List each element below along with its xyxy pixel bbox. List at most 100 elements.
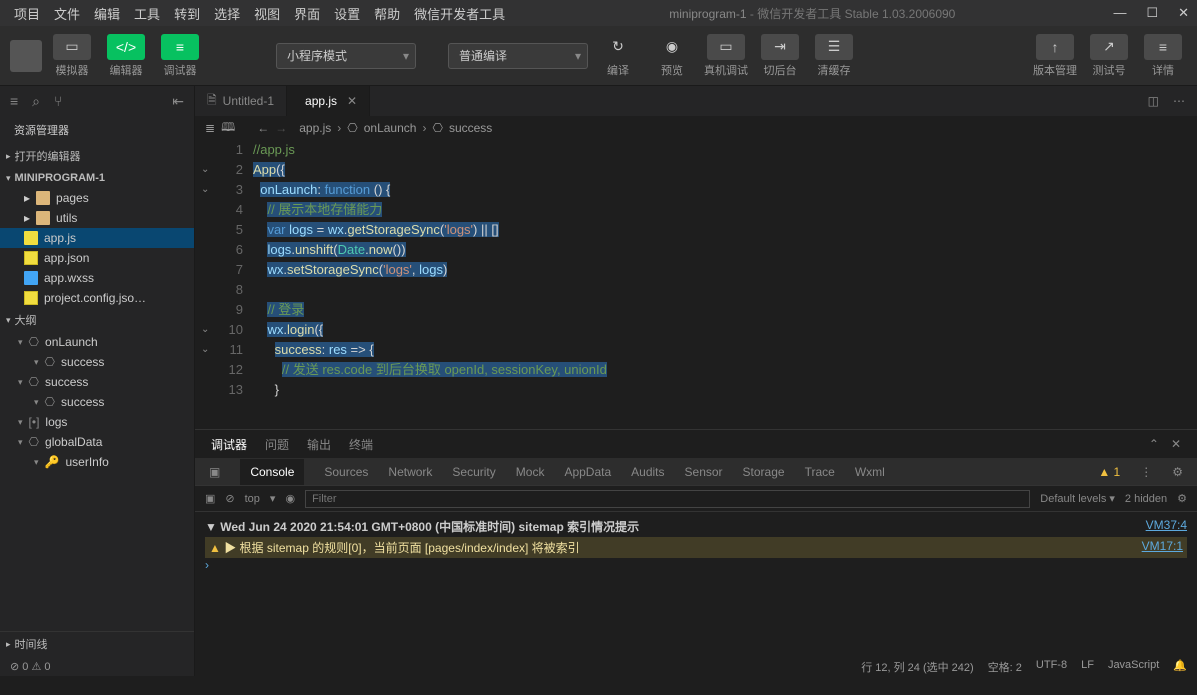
tab-close-icon[interactable]: ✕ <box>347 94 357 108</box>
compile-mode-select[interactable]: 普通编译 <box>448 43 588 69</box>
devtools-more-icon[interactable]: ⋮ <box>1140 465 1152 479</box>
clear-console-icon[interactable]: ⊘ <box>225 492 234 505</box>
warning-badge[interactable]: ▲ 1 <box>1098 465 1120 479</box>
source-link[interactable]: VM17:1 <box>1142 539 1183 556</box>
menu-icon[interactable]: ≡ <box>10 93 18 109</box>
panel-tab-output[interactable]: 输出 <box>307 436 331 453</box>
background-button[interactable]: ⇥切后台 <box>756 34 804 78</box>
encoding-status[interactable]: UTF-8 <box>1036 659 1067 675</box>
devtab-mock[interactable]: Mock <box>516 465 545 479</box>
testnum-button[interactable]: ↗测试号 <box>1085 34 1133 78</box>
file-pages[interactable]: ▸ pages <box>0 188 194 208</box>
hidden-count[interactable]: 2 hidden <box>1125 493 1167 505</box>
outline-success[interactable]: ▾ ⎔ success <box>0 392 194 412</box>
panel-tab-problems[interactable]: 问题 <box>265 436 289 453</box>
outline-section[interactable]: ▾大纲 <box>0 308 194 332</box>
search-icon[interactable]: ⌕ <box>32 93 40 110</box>
branch-icon[interactable]: ⑂ <box>54 93 62 109</box>
devtools-gear-icon[interactable]: ⚙ <box>1172 465 1183 479</box>
menu-工具[interactable]: 工具 <box>128 2 166 25</box>
language-status[interactable]: JavaScript <box>1108 659 1159 675</box>
devtab-sources[interactable]: Sources <box>324 465 368 479</box>
tab-app.js[interactable]: app.js✕ <box>287 86 370 116</box>
devtab-storage[interactable]: Storage <box>743 465 785 479</box>
cursor-position[interactable]: 行 12, 列 24 (选中 242) <box>861 659 974 675</box>
menu-项目[interactable]: 项目 <box>8 2 46 25</box>
file-app.wxss[interactable]: app.wxss <box>0 268 194 288</box>
more-icon[interactable]: ⋯ <box>1173 94 1185 108</box>
debugger-button[interactable]: ≡调试器 <box>156 34 204 78</box>
menu-设置[interactable]: 设置 <box>328 2 366 25</box>
split-icon[interactable]: ◫ <box>1148 94 1159 108</box>
code-editor[interactable]: 1⌄2⌄3456789⌄10⌄111213 //app.jsApp({ onLa… <box>195 140 1197 429</box>
remote-debug-button[interactable]: ▭真机调试 <box>702 34 750 78</box>
errors-status[interactable]: ⊘ 0 ⚠ 0 <box>10 660 50 673</box>
forward-icon[interactable]: → <box>275 121 287 135</box>
outline-userInfo[interactable]: ▾ 🔑 userInfo <box>0 452 194 472</box>
minimize-icon[interactable]: — <box>1113 5 1126 21</box>
console-output[interactable]: ▼ Wed Jun 24 2020 21:54:01 GMT+0800 (中国标… <box>195 512 1197 657</box>
compile-button[interactable]: ↻编译 <box>594 34 642 78</box>
avatar[interactable] <box>10 40 42 72</box>
file-app.js[interactable]: app.js <box>0 228 194 248</box>
back-icon[interactable]: ← <box>257 121 269 135</box>
detail-button[interactable]: ≡详情 <box>1139 34 1187 78</box>
eye-icon[interactable]: ◉ <box>285 492 295 505</box>
levels-select[interactable]: Default levels ▾ <box>1040 492 1115 505</box>
inspect-icon[interactable]: ▣ <box>205 492 215 505</box>
outline-logs[interactable]: ▾ [•] logs <box>0 412 194 432</box>
tab-Untitled-1[interactable]: 🗎Untitled-1 <box>195 86 287 116</box>
menu-视图[interactable]: 视图 <box>248 2 286 25</box>
mode-select[interactable]: 小程序模式 <box>276 43 416 69</box>
bookmark-icon[interactable]: 🕮 <box>221 118 235 139</box>
devtab-console[interactable]: Console <box>240 459 304 485</box>
devtab-sensor[interactable]: Sensor <box>685 465 723 479</box>
opened-editors-section[interactable]: ▸打开的编辑器 <box>0 144 194 168</box>
menu-微信开发者工具[interactable]: 微信开发者工具 <box>408 2 511 25</box>
file-utils[interactable]: ▸ utils <box>0 208 194 228</box>
preview-button[interactable]: ◉预览 <box>648 34 696 78</box>
menu-文件[interactable]: 文件 <box>48 2 86 25</box>
list-icon[interactable]: ≣ <box>205 121 215 135</box>
simulator-button[interactable]: ▭模拟器 <box>48 34 96 78</box>
outline-onLaunch[interactable]: ▾ ⎔ onLaunch <box>0 332 194 352</box>
close-icon[interactable]: ✕ <box>1178 5 1189 21</box>
devtab-trace[interactable]: Trace <box>805 465 835 479</box>
menu-转到[interactable]: 转到 <box>168 2 206 25</box>
toolbar: ▭模拟器 </>编辑器 ≡调试器 小程序模式 普通编译 ↻编译 ◉预览 ▭真机调… <box>0 26 1197 86</box>
file-project.config.json[interactable]: project.config.jso… <box>0 288 194 308</box>
menu-帮助[interactable]: 帮助 <box>368 2 406 25</box>
indent-status[interactable]: 空格: 2 <box>988 659 1022 675</box>
outline-globalData[interactable]: ▾ ⎔ globalData <box>0 432 194 452</box>
devtab-wxml[interactable]: Wxml <box>855 465 885 479</box>
filter-input[interactable] <box>305 490 1030 508</box>
version-button[interactable]: ↑版本管理 <box>1031 34 1079 78</box>
file-app.json[interactable]: app.json <box>0 248 194 268</box>
clear-cache-button[interactable]: ☰清缓存 <box>810 34 858 78</box>
dock-icon[interactable]: ▣ <box>209 465 220 479</box>
maximize-icon[interactable]: ☐ <box>1146 5 1158 21</box>
editor-button[interactable]: </>编辑器 <box>102 34 150 78</box>
devtab-audits[interactable]: Audits <box>631 465 664 479</box>
bell-icon[interactable]: 🔔 <box>1173 659 1187 675</box>
outline-success[interactable]: ▾ ⎔ success <box>0 352 194 372</box>
eol-status[interactable]: LF <box>1081 659 1094 675</box>
menu-选择[interactable]: 选择 <box>208 2 246 25</box>
devtab-appdata[interactable]: AppData <box>564 465 611 479</box>
project-section[interactable]: ▾MINIPROGRAM-1 <box>0 168 194 188</box>
context-select[interactable]: top <box>245 493 260 505</box>
collapse-icon[interactable]: ⇤ <box>172 93 184 110</box>
timeline-section[interactable]: ▸时间线 <box>0 631 194 656</box>
panel-tab-debugger[interactable]: 调试器 <box>211 436 247 453</box>
menu-编辑[interactable]: 编辑 <box>88 2 126 25</box>
menu-界面[interactable]: 界面 <box>288 2 326 25</box>
breadcrumb[interactable]: ≣ 🕮 ← → app.js› ⎔onLaunch› ⎔success <box>195 116 1197 140</box>
source-link[interactable]: VM37:4 <box>1146 518 1187 535</box>
devtab-network[interactable]: Network <box>388 465 432 479</box>
devtab-security[interactable]: Security <box>452 465 495 479</box>
chevron-up-icon[interactable]: ⌃ <box>1149 437 1159 451</box>
outline-success[interactable]: ▾ ⎔ success <box>0 372 194 392</box>
gear-icon[interactable]: ⚙ <box>1177 492 1187 505</box>
panel-tab-terminal[interactable]: 终端 <box>349 436 373 453</box>
panel-close-icon[interactable]: ✕ <box>1171 437 1181 451</box>
